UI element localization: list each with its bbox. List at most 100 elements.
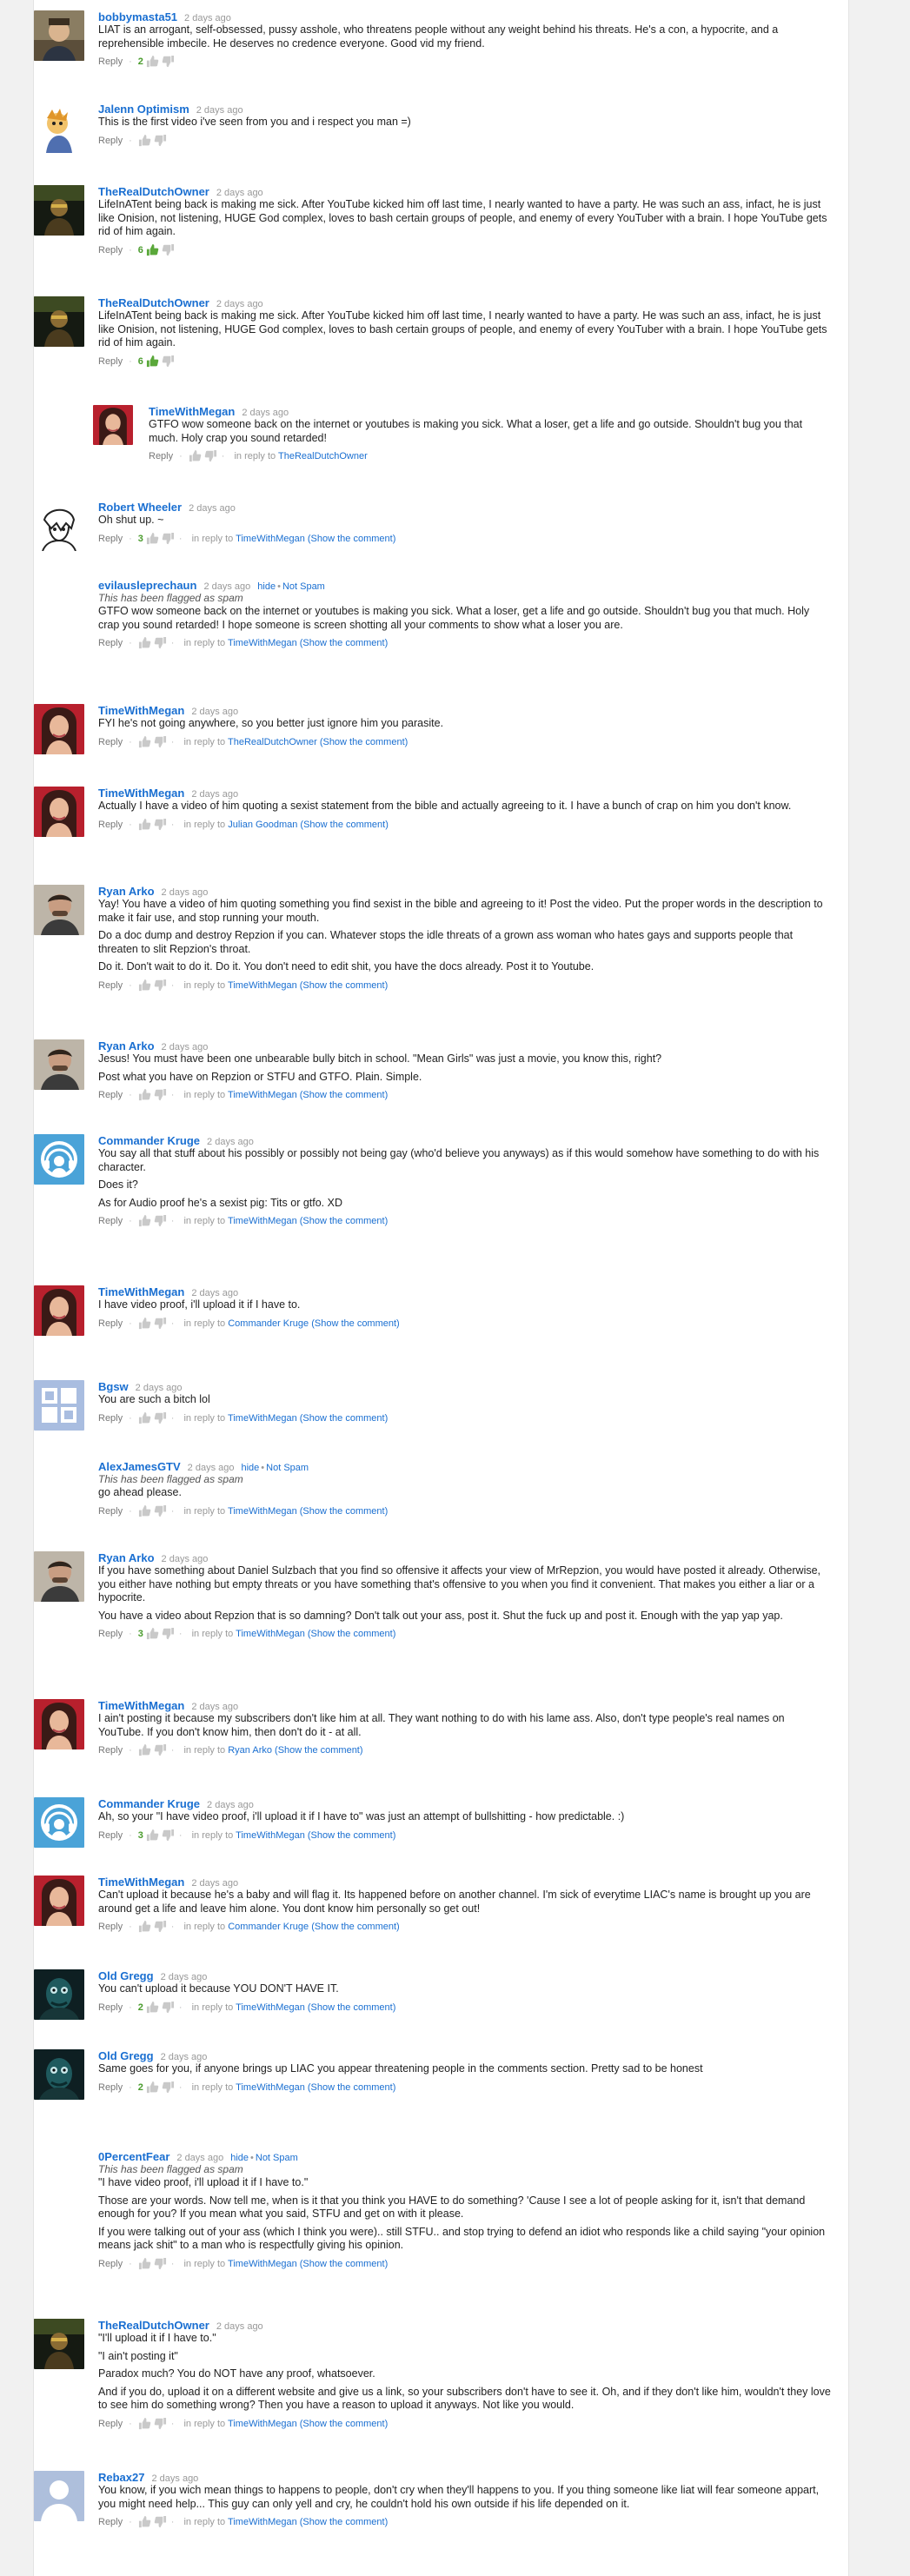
thumbs-up-icon[interactable] bbox=[138, 636, 151, 649]
thumbs-down-icon[interactable] bbox=[154, 636, 167, 649]
thumbs-down-icon[interactable] bbox=[162, 2001, 175, 2014]
reply-target-link[interactable]: TimeWithMegan bbox=[228, 980, 297, 991]
thumbs-down-icon[interactable] bbox=[162, 355, 175, 368]
thumbs-down-icon[interactable] bbox=[154, 1743, 167, 1756]
show-comment-link[interactable]: (Show the comment) bbox=[300, 820, 388, 830]
thumbs-down-icon[interactable] bbox=[154, 1088, 167, 1101]
show-comment-link[interactable]: (Show the comment) bbox=[300, 2259, 388, 2269]
thumbs-up-icon[interactable] bbox=[138, 2417, 151, 2430]
thumbs-down-icon[interactable] bbox=[154, 1317, 167, 1330]
reply-button[interactable]: Reply bbox=[98, 245, 123, 256]
thumbs-up-icon[interactable] bbox=[138, 735, 151, 748]
reply-button[interactable]: Reply bbox=[98, 2259, 123, 2269]
avatar-creature-icon[interactable] bbox=[34, 2049, 84, 2100]
thumbs-down-icon[interactable] bbox=[154, 735, 167, 748]
thumbs-down-icon[interactable] bbox=[154, 1504, 167, 1517]
thumbs-up-icon[interactable] bbox=[146, 55, 159, 68]
avatar-man-icon[interactable] bbox=[34, 1551, 84, 1602]
reply-button[interactable]: Reply bbox=[98, 1830, 123, 1841]
reply-button[interactable]: Reply bbox=[98, 1413, 123, 1424]
avatar-sketch-icon[interactable] bbox=[34, 501, 84, 551]
thumbs-up-icon[interactable] bbox=[138, 1411, 151, 1424]
show-comment-link[interactable]: (Show the comment) bbox=[300, 1216, 388, 1226]
show-comment-link[interactable]: (Show the comment) bbox=[300, 638, 388, 648]
avatar-dark-figure-icon[interactable] bbox=[34, 185, 84, 236]
thumbs-down-icon[interactable] bbox=[154, 1214, 167, 1227]
reply-button[interactable]: Reply bbox=[98, 1318, 123, 1329]
thumbs-down-icon[interactable] bbox=[162, 1627, 175, 1640]
author-link[interactable]: bobbymasta51 bbox=[98, 10, 177, 23]
author-link[interactable]: TimeWithMegan bbox=[98, 1285, 184, 1298]
reply-button[interactable]: Reply bbox=[98, 820, 123, 830]
reply-button[interactable]: Reply bbox=[149, 451, 173, 461]
reply-target-link[interactable]: TimeWithMegan bbox=[236, 534, 305, 544]
show-comment-link[interactable]: (Show the comment) bbox=[308, 2002, 395, 2013]
reply-target-link[interactable]: TimeWithMegan bbox=[228, 2419, 297, 2429]
reply-button[interactable]: Reply bbox=[98, 56, 123, 67]
thumbs-up-icon[interactable] bbox=[189, 449, 202, 462]
avatar-creature-icon[interactable] bbox=[34, 1969, 84, 2020]
reply-target-link[interactable]: TimeWithMegan bbox=[236, 2002, 305, 2013]
avatar-woman-icon[interactable] bbox=[34, 704, 84, 754]
show-comment-link[interactable]: (Show the comment) bbox=[308, 534, 395, 544]
author-link[interactable]: TimeWithMegan bbox=[98, 1699, 184, 1712]
thumbs-up-icon[interactable] bbox=[138, 2257, 151, 2270]
avatar-photo-man-icon[interactable] bbox=[34, 10, 84, 61]
author-link[interactable]: Jalenn Optimism bbox=[98, 103, 189, 116]
reply-target-link[interactable]: TimeWithMegan bbox=[236, 2082, 305, 2093]
reply-target-link[interactable]: TimeWithMegan bbox=[228, 1216, 297, 1226]
author-link[interactable]: Rebax27 bbox=[98, 2471, 144, 2484]
thumbs-down-icon[interactable] bbox=[154, 818, 167, 831]
author-link[interactable]: AlexJamesGTV bbox=[98, 1460, 181, 1473]
thumbs-up-icon[interactable] bbox=[138, 1088, 151, 1101]
show-comment-link[interactable]: (Show the comment) bbox=[308, 1629, 395, 1639]
thumbs-down-icon[interactable] bbox=[154, 1411, 167, 1424]
author-link[interactable]: Robert Wheeler bbox=[98, 501, 182, 514]
author-link[interactable]: TheRealDutchOwner bbox=[98, 296, 209, 309]
reply-target-link[interactable]: TimeWithMegan bbox=[228, 2517, 297, 2527]
reply-button[interactable]: Reply bbox=[98, 1090, 123, 1100]
thumbs-down-icon[interactable] bbox=[204, 449, 217, 462]
thumbs-up-icon[interactable] bbox=[138, 1504, 151, 1517]
thumbs-up-icon[interactable] bbox=[146, 532, 159, 545]
thumbs-up-icon[interactable] bbox=[146, 2001, 159, 2014]
reply-button[interactable]: Reply bbox=[98, 136, 123, 146]
author-link[interactable]: evilausleprechaun bbox=[98, 579, 196, 592]
thumbs-up-icon[interactable] bbox=[146, 355, 159, 368]
thumbs-up-icon[interactable] bbox=[138, 1214, 151, 1227]
reply-button[interactable]: Reply bbox=[98, 1922, 123, 1932]
thumbs-up-icon[interactable] bbox=[146, 1627, 159, 1640]
reply-target-link[interactable]: TimeWithMegan bbox=[228, 1413, 297, 1424]
avatar-default-blue-icon[interactable] bbox=[34, 1380, 84, 1431]
thumbs-down-icon[interactable] bbox=[162, 2081, 175, 2094]
avatar-man-icon[interactable] bbox=[34, 1039, 84, 1090]
thumbs-down-icon[interactable] bbox=[154, 2417, 167, 2430]
reply-button[interactable]: Reply bbox=[98, 2082, 123, 2093]
reply-button[interactable]: Reply bbox=[98, 1629, 123, 1639]
reply-target-link[interactable]: TimeWithMegan bbox=[236, 1629, 305, 1639]
avatar-dark-figure-icon[interactable] bbox=[34, 2319, 84, 2369]
avatar-woman-icon[interactable] bbox=[34, 1285, 84, 1336]
reply-target-link[interactable]: Julian Goodman bbox=[228, 820, 297, 830]
avatar-cartoon-icon[interactable] bbox=[34, 103, 84, 153]
avatar-woman-icon[interactable] bbox=[34, 1699, 84, 1749]
hide-link[interactable]: hide bbox=[230, 2153, 249, 2163]
thumbs-up-icon[interactable] bbox=[146, 2081, 159, 2094]
author-link[interactable]: TimeWithMegan bbox=[98, 704, 184, 717]
reply-target-link[interactable]: TimeWithMegan bbox=[228, 1090, 297, 1100]
reply-button[interactable]: Reply bbox=[98, 356, 123, 367]
author-link[interactable]: Bgsw bbox=[98, 1380, 129, 1393]
show-comment-link[interactable]: (Show the comment) bbox=[300, 1090, 388, 1100]
reply-button[interactable]: Reply bbox=[98, 2419, 123, 2429]
show-comment-link[interactable]: (Show the comment) bbox=[275, 1745, 362, 1756]
reply-target-link[interactable]: TimeWithMegan bbox=[236, 1830, 305, 1841]
thumbs-up-icon[interactable] bbox=[138, 818, 151, 831]
thumbs-down-icon[interactable] bbox=[154, 2257, 167, 2270]
thumbs-up-icon[interactable] bbox=[138, 1317, 151, 1330]
thumbs-up-icon[interactable] bbox=[138, 134, 151, 147]
show-comment-link[interactable]: (Show the comment) bbox=[300, 980, 388, 991]
author-link[interactable]: TheRealDutchOwner bbox=[98, 2319, 209, 2332]
thumbs-down-icon[interactable] bbox=[162, 243, 175, 256]
author-link[interactable]: Commander Kruge bbox=[98, 1134, 200, 1147]
thumbs-down-icon[interactable] bbox=[162, 532, 175, 545]
